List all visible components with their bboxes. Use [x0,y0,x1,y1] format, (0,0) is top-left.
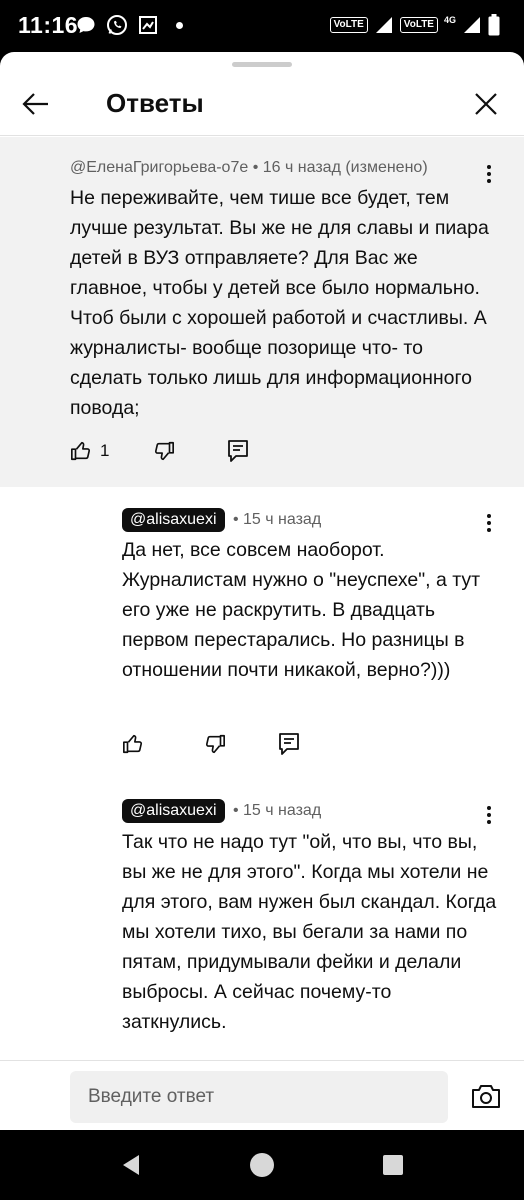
arrow-left-icon [22,93,48,115]
comment-actions: 1 [70,439,249,463]
comment-author[interactable]: @alisaxuexi [122,508,225,532]
close-button[interactable] [468,86,504,122]
thumb-up-icon [123,734,143,754]
comment-time: • 15 ч назад [232,511,322,528]
like-button[interactable] [122,733,144,755]
volte-badge: VoLTE [329,17,368,33]
close-icon [475,93,497,115]
parent-comment: @ЕленаГригорьева-о7е • 16 ч назад (измен… [0,137,524,487]
camera-icon [472,1085,500,1108]
more-button[interactable] [477,508,501,538]
status-bar: 11:16 VoLTE VoLTE 4G [0,0,524,52]
comment-author[interactable]: @alisaxuexi [122,799,225,823]
dislike-button[interactable] [204,733,226,755]
home-circle-icon [250,1153,274,1177]
volte-badge: VoLTE [399,17,438,33]
comment-text: Да нет, все совсем наоборот. Журналистам… [122,539,481,681]
more-notifications-icon [176,21,183,29]
more-vert-icon [487,514,491,518]
chat-bubble-icon [77,17,95,33]
more-vert-icon [487,806,491,810]
sheet-header: Ответы [0,72,524,136]
page-title: Ответы [106,88,204,118]
reply-input[interactable] [70,1071,448,1123]
more-vert-icon [487,165,491,169]
camera-button[interactable] [470,1081,502,1111]
nav-recents-button[interactable] [380,1152,406,1178]
comment-author[interactable]: @ЕленаГригорьева-о7е [70,159,248,176]
back-button[interactable] [18,86,54,122]
like-count: 1 [100,441,110,460]
reply-button[interactable] [227,439,249,463]
reply-button[interactable] [278,732,300,756]
app-notification-icon [139,16,157,34]
comment-meta: @alisaxuexi • 15 ч назад [122,508,321,532]
signal-icon [375,17,392,33]
reply-icon [279,733,299,755]
comment-meta: @ЕленаГригорьева-о7е • 16 ч назад (измен… [70,159,428,177]
network-type: 4G [443,15,456,25]
nav-home-button[interactable] [249,1152,275,1178]
thumb-down-icon [205,734,225,754]
comment-actions [122,732,300,756]
drag-handle[interactable] [232,62,292,67]
like-button[interactable]: 1 [70,440,109,462]
comment-text: Так что не надо тут "ой, что вы, что вы,… [122,831,497,1033]
dislike-button[interactable] [153,440,175,462]
nav-back-button[interactable] [118,1152,144,1178]
system-icons: VoLTE VoLTE 4G [329,14,500,36]
whatsapp-icon [107,15,127,35]
battery-icon [488,14,500,36]
reply-icon [228,440,249,462]
status-time: 11:16 [18,12,79,38]
thumb-down-icon [155,441,175,461]
notification-icons [76,14,183,36]
reply-bar [0,1060,524,1130]
back-triangle-icon [123,1155,139,1175]
replies-sheet: Ответы @ЕленаГригорьева-о7е • 16 ч назад… [0,52,524,1130]
navigation-bar [0,1130,524,1200]
signal-icon [464,17,480,33]
recents-square-icon [383,1155,403,1175]
comment-meta: @alisaxuexi • 15 ч назад [122,799,321,823]
more-button[interactable] [477,800,501,830]
comment-time: • 15 ч назад [232,802,322,819]
comment-time: • 16 ч назад (изменено) [252,159,428,176]
thumb-up-icon [71,441,91,461]
comment-text: Не переживайте, чем тише все будет, тем … [70,187,489,419]
